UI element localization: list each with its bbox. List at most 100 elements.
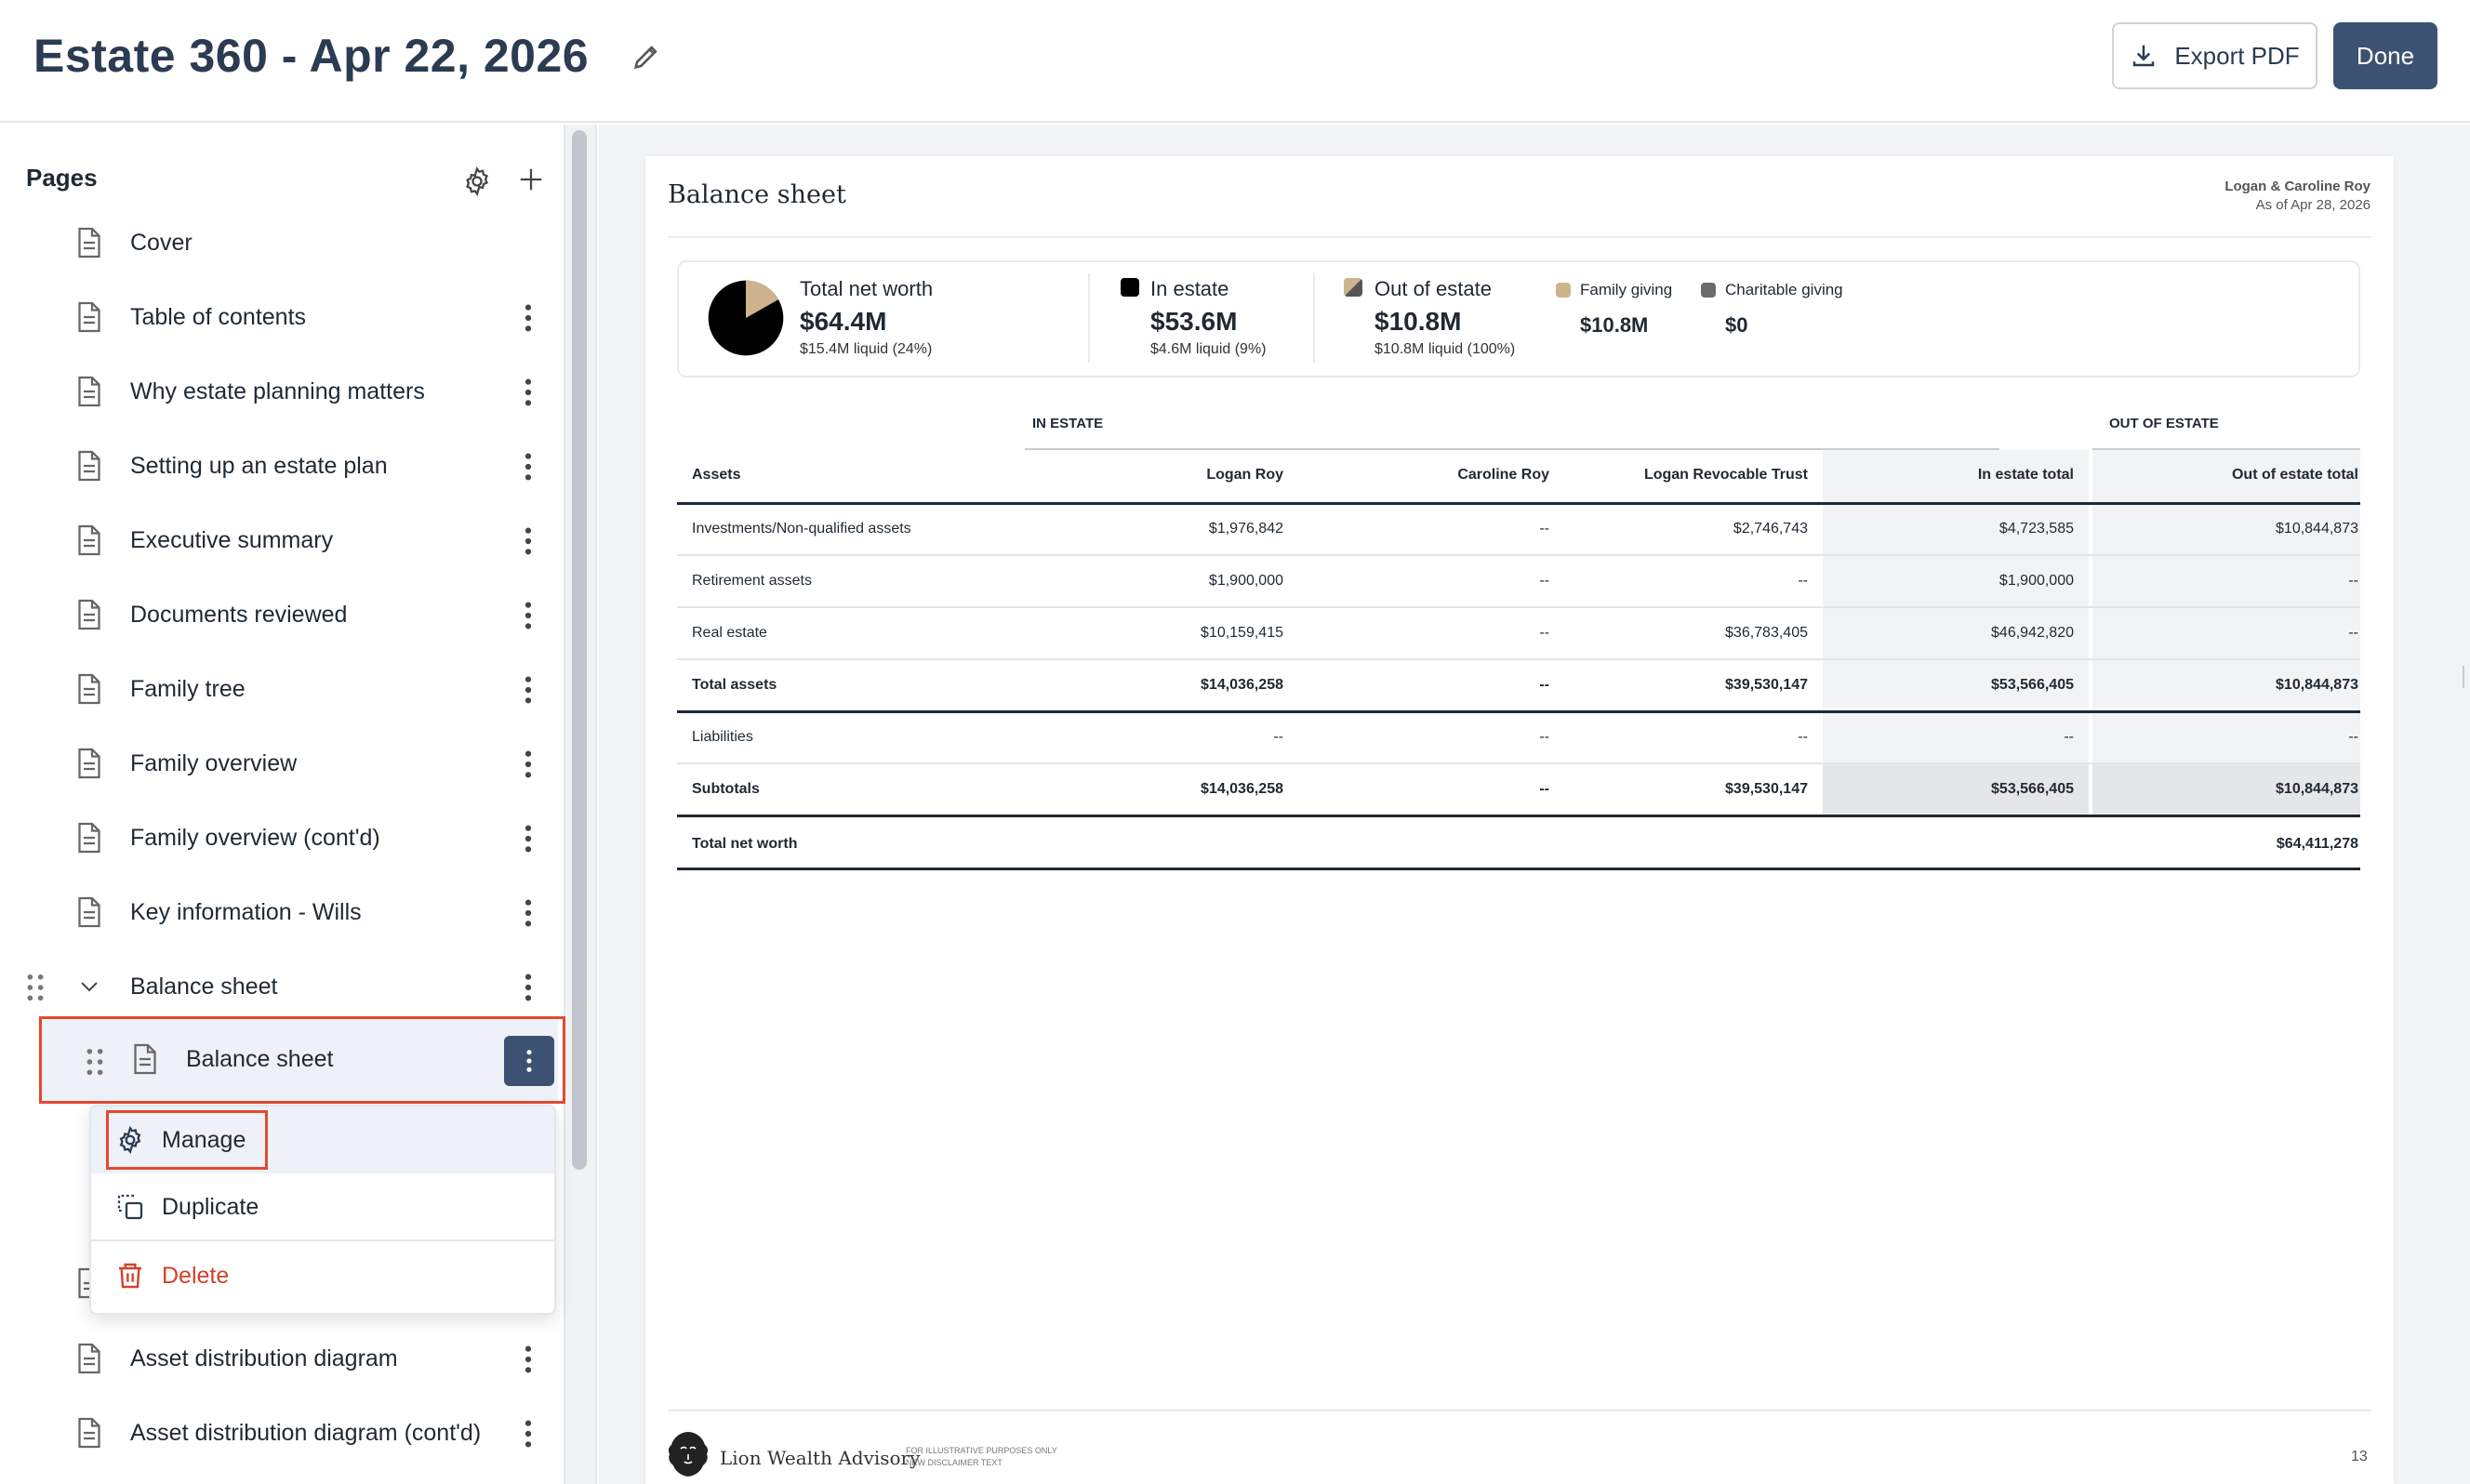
- selection-highlight-box: [39, 1016, 565, 1104]
- download-icon: [2133, 45, 2155, 67]
- sidebar-page-item[interactable]: Table of contents: [0, 280, 558, 354]
- kebab-menu-icon[interactable]: [517, 972, 539, 1003]
- charitable-giving-swatch: [1701, 283, 1716, 298]
- sidebar-page-item[interactable]: Asset distribution diagram (cont'd): [0, 1396, 558, 1470]
- sidebar-page-item[interactable]: Key information - Wills: [0, 875, 558, 949]
- done-button[interactable]: Done: [2333, 22, 2437, 89]
- family-giving-value: $10.8M: [1580, 313, 1649, 337]
- table-cell: $39,530,147: [1725, 781, 1808, 797]
- kebab-menu-icon[interactable]: [517, 377, 539, 408]
- row-divider: [677, 554, 2360, 556]
- chevron-down-icon[interactable]: [78, 977, 100, 996]
- kebab-menu-icon[interactable]: [517, 1344, 539, 1375]
- charitable-giving-label: Charitable giving: [1725, 281, 1843, 298]
- menu-item-label: Duplicate: [162, 1193, 259, 1220]
- document-icon: [78, 376, 100, 407]
- table-cell: --: [2064, 729, 2074, 745]
- header-rule: [677, 502, 2360, 505]
- group-header-out-estate: OUT OF ESTATE: [2109, 416, 2219, 431]
- table-cell: --: [2348, 625, 2358, 641]
- table-cell: $2,746,743: [1733, 521, 1808, 537]
- document-icon: [78, 599, 100, 630]
- column-header: Caroline Roy: [1457, 467, 1549, 483]
- total-net-worth-value: $64,411,278: [2276, 836, 2358, 852]
- sidebar-item-label: Family overview (cont'd): [130, 824, 380, 851]
- sidebar-page-item[interactable]: Cover: [0, 205, 558, 280]
- table-cell: --: [1798, 573, 1808, 589]
- duplicate-icon: [117, 1194, 143, 1220]
- client-info: Logan & Caroline Roy As of Apr 28, 2026: [2224, 178, 2370, 215]
- table-cell: $1,900,000: [1208, 573, 1283, 589]
- sidebar-page-item[interactable]: Why estate planning matters: [0, 354, 558, 429]
- sidebar-page-item[interactable]: Asset distribution diagram: [0, 1321, 558, 1396]
- kebab-menu-icon[interactable]: [517, 451, 539, 483]
- menu-item-duplicate[interactable]: Duplicate: [91, 1173, 554, 1240]
- table-cell: $53,566,405: [1991, 677, 2074, 693]
- pages-heading: Pages: [26, 164, 98, 192]
- sidebar-page-item[interactable]: Family overview (cont'd): [0, 801, 558, 875]
- table-cell: $46,942,820: [1991, 625, 2074, 641]
- column-header: Assets: [692, 467, 741, 483]
- client-name: Logan & Caroline Roy: [2224, 179, 2370, 194]
- out-estate-label: Out of estate: [1374, 277, 1492, 300]
- table-cell: $10,844,873: [2276, 677, 2358, 693]
- kebab-menu-icon[interactable]: [517, 525, 539, 557]
- menu-item-delete[interactable]: Delete: [91, 1242, 554, 1309]
- table-cell: --: [1539, 677, 1549, 693]
- sidebar-page-item[interactable]: Setting up an estate plan: [0, 429, 558, 503]
- table-cell: --: [2348, 573, 2358, 589]
- kebab-menu-icon[interactable]: [517, 600, 539, 631]
- plus-icon[interactable]: [517, 166, 545, 193]
- table-cell: $14,036,258: [1201, 781, 1283, 797]
- charitable-giving-value: $0: [1725, 313, 1748, 337]
- document-icon: [78, 748, 100, 779]
- row-label: Retirement assets: [692, 573, 812, 589]
- kebab-menu-icon[interactable]: [517, 1418, 539, 1450]
- kebab-menu-icon[interactable]: [517, 674, 539, 706]
- app-header: Estate 360 - Apr 22, 2026 Export PDF Don…: [0, 0, 2470, 123]
- document-icon: [78, 301, 100, 333]
- in-estate-sub: $4.6M liquid (9%): [1150, 341, 1267, 357]
- sheet-title: Balance sheet: [668, 180, 846, 209]
- sidebar-item-label: Executive summary: [130, 526, 334, 553]
- table-cell: $10,844,873: [2276, 781, 2358, 797]
- sidebar-page-item[interactable]: Family tree: [0, 652, 558, 726]
- in-estate-swatch: [1121, 278, 1139, 297]
- drag-handle-icon[interactable]: [26, 974, 45, 1001]
- as-of-date: As of Apr 28, 2026: [2255, 197, 2370, 213]
- table-cell: $36,783,405: [1725, 625, 1808, 641]
- row-label: Investments/Non-qualified assets: [692, 521, 911, 537]
- gear-icon[interactable]: [461, 166, 493, 197]
- out-estate-value: $10.8M: [1374, 307, 1462, 336]
- sidebar-group-label: Balance sheet: [130, 973, 278, 1000]
- family-giving-label: Family giving: [1580, 281, 1673, 298]
- export-pdf-button[interactable]: Export PDF: [2112, 22, 2317, 89]
- resize-handle[interactable]: [2463, 666, 2470, 688]
- row-label: Total assets: [692, 677, 777, 693]
- table-cell: $1,900,000: [1999, 573, 2074, 589]
- net-worth-sub: $15.4M liquid (24%): [800, 341, 933, 357]
- row-divider: [677, 710, 2360, 713]
- table-cell: $39,530,147: [1725, 677, 1808, 693]
- subtotal-rule: [677, 815, 2360, 817]
- table-cell: $10,844,873: [2276, 521, 2358, 537]
- table-cell: --: [1539, 729, 1549, 745]
- sidebar-scroll-thumb[interactable]: [572, 130, 587, 1170]
- kebab-menu-icon[interactable]: [517, 823, 539, 855]
- sidebar-item-label: Documents reviewed: [130, 601, 348, 628]
- kebab-menu-icon[interactable]: [517, 749, 539, 780]
- page-number: 13: [2351, 1449, 2368, 1464]
- sidebar-page-item[interactable]: Executive summary: [0, 503, 558, 577]
- kebab-menu-icon[interactable]: [517, 302, 539, 334]
- sidebar-item-label: Table of contents: [130, 303, 307, 330]
- sidebar-group-balance-sheet[interactable]: Balance sheet: [0, 949, 558, 1024]
- sidebar-item-label: Setting up an estate plan: [130, 452, 388, 479]
- column-header: In estate total: [1977, 467, 2074, 483]
- sidebar-page-item[interactable]: Family overview: [0, 726, 558, 801]
- sidebar-page-item[interactable]: Documents reviewed: [0, 577, 558, 652]
- out-estate-sub: $10.8M liquid (100%): [1374, 341, 1516, 357]
- pencil-icon[interactable]: [631, 41, 662, 73]
- kebab-menu-icon[interactable]: [517, 897, 539, 929]
- in-estate-label: In estate: [1150, 277, 1229, 300]
- table-cell: --: [1273, 729, 1283, 745]
